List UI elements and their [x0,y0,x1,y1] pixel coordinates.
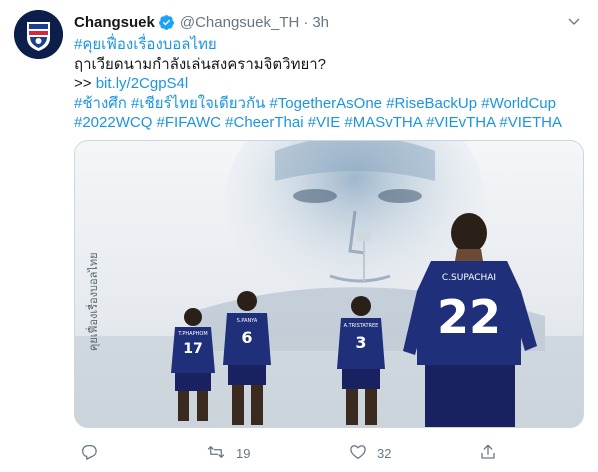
author-name[interactable]: Changsuek [74,14,155,31]
reply-icon [80,443,98,464]
hashtags-line[interactable]: #2022WCQ #FIFAWC #CheerThai #VIE #MASvTH… [74,113,579,133]
tweet-header: Changsuek @Changsuek_TH · 3h [74,12,588,32]
heart-icon [349,443,367,464]
jersey-name: T.PHAPHOM [177,331,207,337]
tweet[interactable]: Changsuek @Changsuek_TH · 3h #คุยเฟื่องเ… [0,0,598,472]
media-image[interactable]: คุยเฟื่องเรื่องบอลไทย T.PHAPHOM 17 S.PAN… [74,140,584,428]
vertical-caption: คุยเฟื่องเรื่องบอลไทย [85,252,100,351]
tweet-text: #คุยเฟื่องเรื่องบอลไทย ฤาเวียดนามกำลังเล… [74,35,579,133]
chevron-down-icon[interactable] [566,14,582,34]
link-line: >> bit.ly/2CgpS4l [74,74,579,94]
jersey-number: 17 [183,341,202,357]
jersey-name: A.TRISTATREE [344,323,379,329]
tweet-actions: 19 32 [74,440,584,466]
reply-button[interactable] [80,443,98,464]
share-button[interactable] [479,443,497,464]
thailand-fa-logo [14,10,63,59]
jersey-number: 3 [355,333,366,352]
hashtags-line[interactable]: #ช้างศึก #เชียร์ไทยใจเดียวกัน #TogetherA… [74,94,579,114]
like-count: 32 [377,445,392,461]
retweet-button[interactable]: 19 [206,443,250,464]
retweet-icon [206,443,226,464]
verified-badge-icon [158,14,175,31]
short-link[interactable]: bit.ly/2CgpS4l [96,75,189,92]
like-button[interactable]: 32 [349,443,391,464]
jersey-number: 6 [241,328,252,347]
hashtag-line[interactable]: #คุยเฟื่องเรื่องบอลไทย [74,35,579,55]
jersey-number: 22 [437,290,501,344]
avatar[interactable] [14,10,63,59]
jersey-name: C.SUPACHAI [442,273,496,283]
share-icon [479,443,497,464]
retweet-count: 19 [236,445,251,461]
tweet-timestamp[interactable]: 3h [312,14,329,31]
text-line: ฤาเวียดนามกำลังเล่นสงครามจิตวิทยา? [74,55,327,73]
link-prefix: >> [74,75,96,93]
separator: · [303,13,309,31]
jersey-name: S.PANYA [237,318,258,324]
author-handle[interactable]: @Changsuek_TH [180,14,299,31]
